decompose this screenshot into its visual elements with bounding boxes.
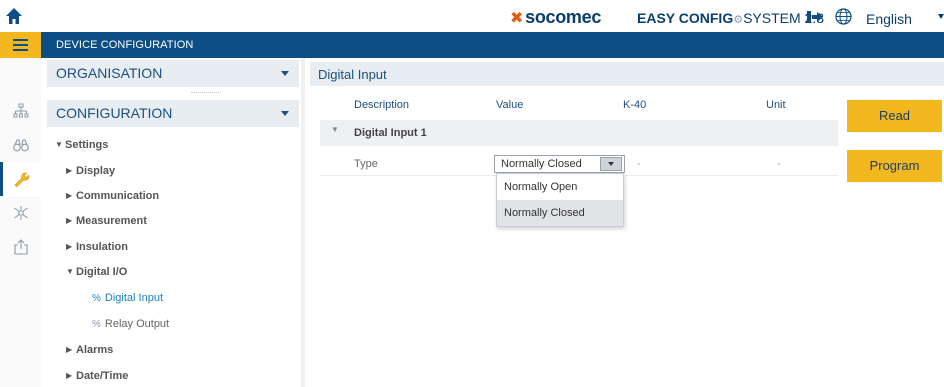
tree-item-settings[interactable]: ▼ Settings xyxy=(55,139,108,151)
tree-item-digital-input[interactable]: % Digital Input xyxy=(92,292,163,304)
tree-item-insulation[interactable]: ▶ Insulation xyxy=(66,241,128,253)
sidebar-scrollbar[interactable] xyxy=(301,58,305,387)
tree-label: Measurement xyxy=(76,215,147,227)
caret-right-icon: ▶ xyxy=(66,216,73,225)
product-name-bold: EASY CONFIG xyxy=(637,10,734,26)
binoculars-icon xyxy=(12,139,29,152)
logout-icon[interactable] xyxy=(807,11,823,23)
group-label: Digital Input 1 xyxy=(354,127,427,139)
chevron-down-icon[interactable] xyxy=(938,14,944,19)
tree-item-display[interactable]: ▶ Display xyxy=(66,165,115,177)
program-button[interactable]: Program xyxy=(847,150,942,182)
rail-item-tools[interactable] xyxy=(0,196,41,230)
chevron-down-icon xyxy=(281,71,289,76)
parameter-icon: % xyxy=(92,319,101,330)
tree-label: Display xyxy=(76,165,116,177)
panel-title: Digital Input xyxy=(318,67,387,82)
top-bar: ✖ socomec EASY CONFIG⚙SYSTEM 2.3 English xyxy=(0,0,944,32)
caret-right-icon: ▶ xyxy=(66,166,73,175)
column-header-device: K-40 xyxy=(623,99,647,111)
icon-rail xyxy=(0,58,41,387)
row-unit-value: - xyxy=(777,158,781,170)
tree-item-date-time[interactable]: ▶ Date/Time xyxy=(66,370,128,382)
tree-item-relay-output[interactable]: % Relay Output xyxy=(92,318,169,330)
globe-icon[interactable] xyxy=(835,8,852,25)
page-title: DEVICE CONFIGURATION xyxy=(56,39,194,51)
tree-label: Settings xyxy=(65,139,109,151)
brand-logo: ✖ socomec xyxy=(510,7,601,28)
option-normally-closed[interactable]: Normally Closed xyxy=(497,200,623,226)
tree-item-communication[interactable]: ▶ Communication xyxy=(66,190,159,202)
organisation-header[interactable]: ORGANISATION xyxy=(47,60,299,87)
home-icon[interactable] xyxy=(4,6,24,26)
caret-right-icon: ▶ xyxy=(66,371,73,380)
column-header-value: Value xyxy=(496,99,524,111)
chevron-down-icon[interactable] xyxy=(600,157,622,171)
organisation-label: ORGANISATION xyxy=(56,65,163,81)
resize-handle[interactable] xyxy=(191,92,221,94)
caret-down-icon: ▼ xyxy=(55,140,63,149)
tree-label: Insulation xyxy=(76,241,128,253)
caret-right-icon: ▶ xyxy=(66,191,73,200)
caret-right-icon: ▶ xyxy=(66,242,73,251)
tree-label: Digital I/O xyxy=(76,266,128,278)
gear-icon: ⚙ xyxy=(733,14,744,26)
value-dropdown: Normally Open Normally Closed xyxy=(496,173,624,227)
rail-item-export[interactable] xyxy=(0,230,41,264)
caret-right-icon: ▶ xyxy=(66,345,73,354)
caret-down-icon: ▼ xyxy=(66,267,74,276)
brand-mark-icon: ✖ xyxy=(510,10,524,27)
product-name: EASY CONFIG⚙SYSTEM 2.3 xyxy=(637,10,824,26)
tree-label: Date/Time xyxy=(76,370,129,382)
tree-label: Alarms xyxy=(76,344,114,356)
tree-label: Digital Input xyxy=(104,292,163,304)
sidebar: ORGANISATION CONFIGURATION ▼ Settings ▶ Di… xyxy=(41,58,305,387)
tree-label: Relay Output xyxy=(104,318,170,330)
hamburger-menu-icon[interactable] xyxy=(0,32,41,58)
select-value: Normally Closed xyxy=(501,158,582,170)
rail-item-configuration[interactable] xyxy=(0,162,41,196)
read-button[interactable]: Read xyxy=(847,100,942,132)
network-tree-icon xyxy=(13,103,28,118)
group-row-digital-input-1[interactable]: ▼ Digital Input 1 xyxy=(320,120,838,146)
tree-label: Communication xyxy=(76,190,160,202)
panel-header xyxy=(310,62,944,86)
option-normally-open[interactable]: Normally Open xyxy=(497,174,623,200)
caret-down-icon: ▼ xyxy=(331,125,339,134)
rail-item-monitoring[interactable] xyxy=(0,128,41,162)
tree-item-alarms[interactable]: ▶ Alarms xyxy=(66,344,113,356)
configuration-label: CONFIGURATION xyxy=(56,105,173,121)
rail-item-network[interactable] xyxy=(0,94,41,128)
row-description: Type xyxy=(354,158,378,170)
chevron-down-icon xyxy=(281,111,289,116)
value-select[interactable]: Normally Closed xyxy=(494,155,625,173)
wrench-icon xyxy=(14,172,29,188)
configuration-header[interactable]: CONFIGURATION xyxy=(47,100,299,127)
settings-network-icon xyxy=(13,206,28,220)
export-icon xyxy=(13,239,28,255)
brand-name: socomec xyxy=(525,7,602,27)
language-selector[interactable]: English xyxy=(866,11,912,27)
row-device-value: - xyxy=(637,158,641,170)
tree-item-digital-io[interactable]: ▼ Digital I/O xyxy=(66,266,127,278)
column-header-unit: Unit xyxy=(766,99,786,111)
column-header-description: Description xyxy=(354,99,410,111)
parameter-icon: % xyxy=(92,293,101,304)
tree-item-measurement[interactable]: ▶ Measurement xyxy=(66,215,147,227)
